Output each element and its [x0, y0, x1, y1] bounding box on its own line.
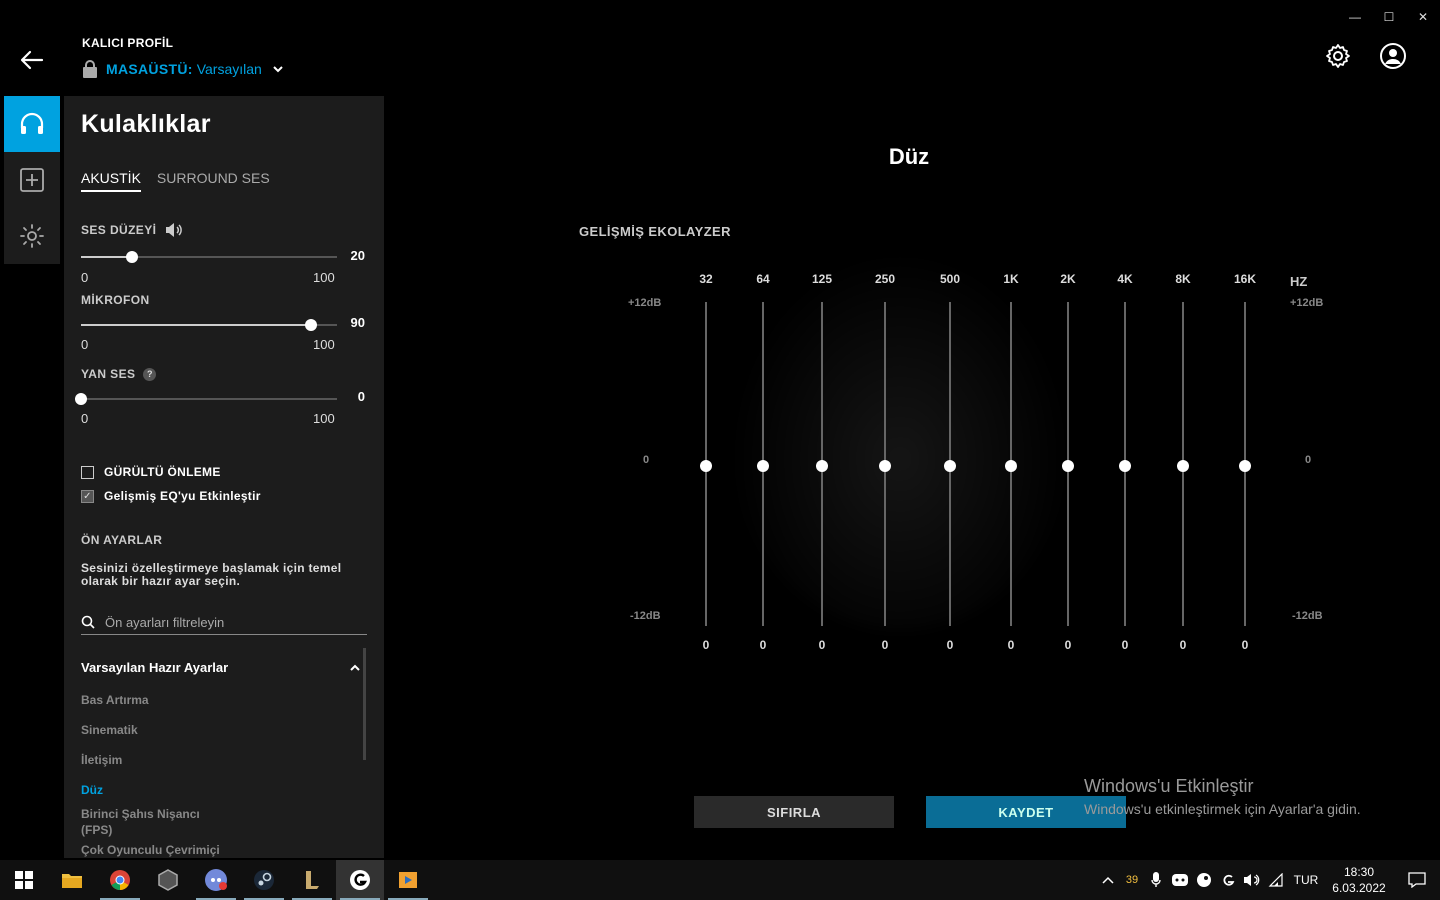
- eq-band-freq: 1K: [1003, 272, 1019, 286]
- db-mid-right: 0: [1305, 454, 1312, 466]
- eq-band-freq: 64: [756, 272, 770, 286]
- eq-band-value: 0: [702, 638, 710, 652]
- volume-tray-icon[interactable]: [1240, 860, 1264, 900]
- eq-band-knob[interactable]: [816, 460, 828, 472]
- eq-band-freq: 16K: [1233, 272, 1256, 286]
- eq-band-knob[interactable]: [1119, 460, 1131, 472]
- tray-overflow-icon[interactable]: [1096, 860, 1120, 900]
- eq-band-value: 0: [881, 638, 889, 652]
- windows-icon: [15, 871, 33, 889]
- hz-label: HZ: [1290, 274, 1308, 289]
- eq-band-value: 0: [1179, 638, 1187, 652]
- db-bottom-left: -12dB: [630, 610, 661, 622]
- eq-band-freq: 500: [939, 272, 961, 286]
- taskbar-discord[interactable]: [192, 860, 240, 900]
- eq-band-freq: 4K: [1117, 272, 1133, 286]
- taskbar-video[interactable]: [384, 860, 432, 900]
- taskbar-steam[interactable]: [240, 860, 288, 900]
- language-indicator[interactable]: TUR: [1288, 873, 1324, 887]
- ghub-tray-icon[interactable]: [1216, 860, 1240, 900]
- taskbar-explorer[interactable]: [48, 860, 96, 900]
- eq-band-knob[interactable]: [700, 460, 712, 472]
- eq-band-freq: 125: [811, 272, 833, 286]
- eq-band-knob[interactable]: [1177, 460, 1189, 472]
- taskbar-chrome[interactable]: [96, 860, 144, 900]
- db-top-right: +12dB: [1290, 297, 1324, 309]
- folder-icon: [62, 874, 82, 888]
- logitech-g-icon: [350, 870, 370, 890]
- start-button[interactable]: [0, 860, 48, 900]
- eq-band-4k: 4K 0: [1095, 272, 1155, 662]
- eq-band-knob[interactable]: [1062, 460, 1074, 472]
- steam-tray-icon[interactable]: [1192, 860, 1216, 900]
- eq-band-value: 0: [1007, 638, 1015, 652]
- equalizer: +12dB 0 -12dB +12dB 0 -12dB HZ 32 0 64 0 125…: [0, 0, 1440, 900]
- notification-icon[interactable]: [1394, 860, 1440, 900]
- eq-band-500: 500 0: [920, 272, 980, 662]
- video-player-icon: [399, 872, 417, 888]
- eq-band-64: 64 0: [733, 272, 793, 662]
- eq-band-16k: 16K 0: [1215, 272, 1275, 662]
- chrome-icon: [110, 870, 130, 890]
- steam-icon: [254, 870, 274, 890]
- activation-watermark: Windows'u Etkinleştir Windows'u etkinleş…: [1084, 776, 1361, 817]
- eq-band-2k: 2K 0: [1038, 272, 1098, 662]
- clock[interactable]: 18:30 6.03.2022: [1324, 864, 1394, 896]
- eq-band-value: 0: [946, 638, 954, 652]
- eq-band-value: 0: [759, 638, 767, 652]
- wifi-tray-icon[interactable]: [1264, 860, 1288, 900]
- eq-band-32: 32 0: [676, 272, 736, 662]
- eq-band-125: 125 0: [792, 272, 852, 662]
- discord-icon: [205, 869, 227, 891]
- taskbar: 39 TUR 18:30 6.03.2022: [0, 860, 1440, 900]
- taskbar-league[interactable]: [288, 860, 336, 900]
- hexagon-app-icon: [158, 869, 178, 891]
- discord-tray-icon[interactable]: [1168, 860, 1192, 900]
- db-top-left: +12dB: [628, 297, 662, 309]
- watermark-subtitle: Windows'u etkinleştirmek için Ayarlar'a …: [1084, 801, 1361, 817]
- eq-band-knob[interactable]: [1005, 460, 1017, 472]
- clock-time: 18:30: [1343, 865, 1375, 879]
- taskbar-ghub[interactable]: [336, 860, 384, 900]
- eq-band-value: 0: [1121, 638, 1129, 652]
- db-mid-left: 0: [643, 454, 650, 466]
- eq-band-value: 0: [1241, 638, 1249, 652]
- league-icon: [306, 871, 319, 889]
- eq-band-freq: 8K: [1175, 272, 1191, 286]
- eq-band-knob[interactable]: [944, 460, 956, 472]
- mic-tray-icon[interactable]: [1144, 860, 1168, 900]
- eq-band-250: 250 0: [855, 272, 915, 662]
- reset-button[interactable]: SIFIRLA: [694, 796, 894, 828]
- system-tray: 39 TUR 18:30 6.03.2022: [1096, 860, 1440, 900]
- eq-band-knob[interactable]: [879, 460, 891, 472]
- eq-band-knob[interactable]: [1239, 460, 1251, 472]
- taskbar-app-3[interactable]: [144, 860, 192, 900]
- eq-band-freq: 32: [699, 272, 713, 286]
- eq-band-8k: 8K 0: [1153, 272, 1213, 662]
- tray-badge[interactable]: 39: [1120, 860, 1144, 900]
- eq-band-freq: 250: [874, 272, 896, 286]
- clock-date: 6.03.2022: [1332, 881, 1386, 895]
- eq-band-freq: 2K: [1060, 272, 1076, 286]
- eq-band-value: 0: [818, 638, 826, 652]
- eq-band-1k: 1K 0: [981, 272, 1041, 662]
- db-bottom-right: -12dB: [1292, 610, 1323, 622]
- eq-band-knob[interactable]: [757, 460, 769, 472]
- eq-band-value: 0: [1064, 638, 1072, 652]
- watermark-title: Windows'u Etkinleştir: [1084, 776, 1254, 796]
